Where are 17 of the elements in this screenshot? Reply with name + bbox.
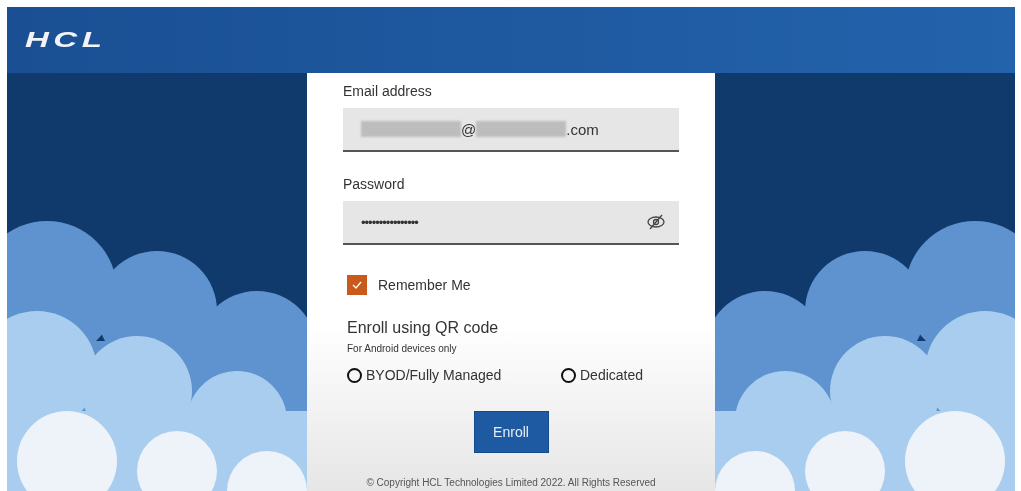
radio-label: Dedicated: [580, 367, 644, 383]
field-label: Email address: [343, 83, 433, 99]
copyright-text: © Copyright HCL Technologies Limited 2022. All Rights Reserved: [365, 477, 657, 490]
section-subtitle: For Android devices only: [347, 343, 458, 354]
check-icon: [352, 281, 362, 289]
remember-checkbox[interactable]: [347, 275, 367, 295]
radio-button[interactable]: [561, 367, 576, 383]
checkbox-label: Remember Me: [378, 277, 471, 293]
email-field[interactable]: @ .com: [343, 108, 679, 152]
logo: HCL: [25, 27, 107, 53]
radio-label: BYOD/Fully Managed: [366, 367, 502, 383]
field-label: Password: [343, 176, 406, 192]
enroll-button[interactable]: Enroll: [473, 411, 549, 453]
eye-hidden-icon[interactable]: [647, 214, 665, 230]
section-title: Enroll using QR code: [347, 319, 500, 337]
radio-button[interactable]: [347, 367, 362, 383]
password-field[interactable]: ••••••••••••••••: [343, 201, 679, 245]
